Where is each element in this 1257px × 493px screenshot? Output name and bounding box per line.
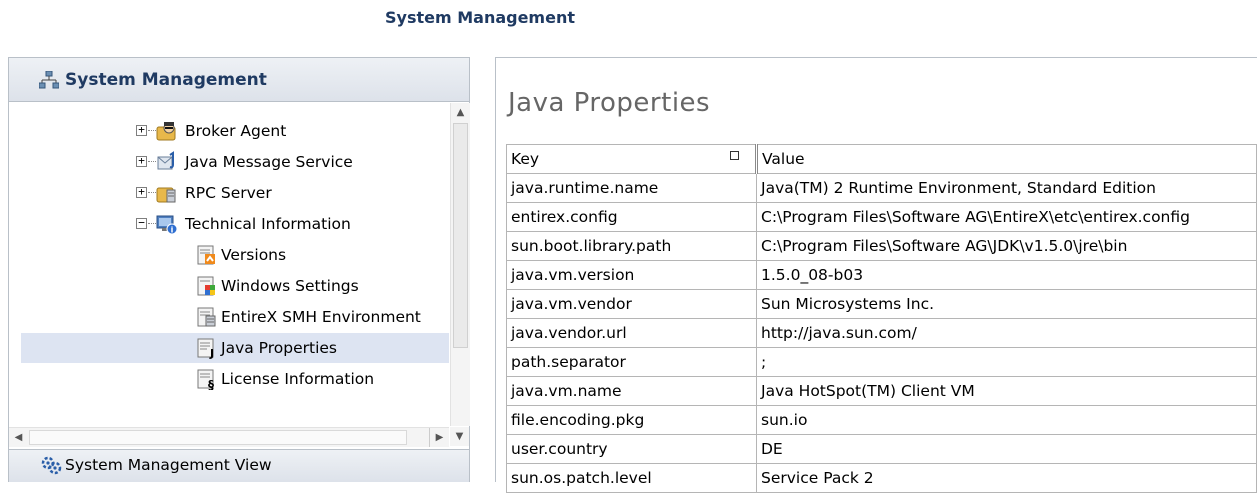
broker-agent-icon (156, 120, 178, 142)
tree-item-label: RPC Server (185, 184, 272, 202)
scroll-left-icon[interactable]: ◀ (9, 428, 28, 447)
key-cell: sun.boot.library.path (506, 231, 757, 261)
scroll-right-icon[interactable]: ▶ (429, 428, 449, 447)
value-cell: sun.io (756, 405, 1257, 435)
column-header-value[interactable]: Value (755, 144, 1257, 174)
technical-info-icon: i (156, 213, 178, 235)
tree-item-broker-agent[interactable]: + Broker Agent (9, 116, 449, 146)
value-cell: C:\Program Files\Software AG\JDK\v1.5.0\… (756, 231, 1257, 261)
expand-toggle-icon[interactable]: + (136, 155, 147, 167)
value-cell: Service Pack 2 (756, 463, 1257, 493)
tree-item-label: Versions (221, 246, 287, 264)
tree-item-label: Java Properties (221, 339, 338, 357)
table-row[interactable]: java.vm.vendor Sun Microsystems Inc. (506, 289, 1257, 319)
table-row[interactable]: path.separator; (506, 347, 1257, 377)
svg-text:i: i (171, 226, 174, 235)
key-cell: java.runtime.name (506, 173, 757, 203)
panel-footer-label: System Management View (65, 456, 272, 474)
panel-footer[interactable]: System Management View (9, 449, 469, 482)
key-cell: file.encoding.pkg (506, 405, 757, 435)
tree-item-label: Broker Agent (185, 122, 287, 140)
tree-item-license-information[interactable]: § License Information (9, 364, 449, 394)
key-cell: user.country (506, 434, 757, 464)
tree-item-label: EntireX SMH Environment (221, 308, 421, 326)
smh-environment-icon (196, 306, 218, 328)
scroll-down-icon[interactable]: ▼ (450, 427, 469, 446)
key-cell: path.separator (506, 347, 757, 377)
network-hierarchy-icon (38, 70, 60, 89)
tree-item-technical-information[interactable]: − i Technical Information (9, 209, 449, 239)
rpc-server-icon (156, 182, 178, 204)
license-info-icon: § (196, 368, 218, 392)
svg-text:§: § (208, 378, 214, 390)
value-cell: C:\Program Files\Software AG\EntireX\etc… (756, 202, 1257, 232)
windows-settings-icon (196, 275, 218, 297)
tree-item-rpc-server[interactable]: + RPC Server (9, 178, 449, 208)
panel-header[interactable]: System Management (9, 58, 469, 102)
tree-horizontal-scrollbar[interactable]: ◀ ▶ (9, 427, 449, 447)
tree-vertical-scrollbar[interactable]: ▲ (450, 103, 470, 426)
tree-item-label: Windows Settings (221, 277, 359, 295)
collapse-toggle-icon[interactable]: − (136, 217, 147, 229)
versions-icon (196, 244, 218, 266)
table-row[interactable]: file.encoding.pkg sun.io (506, 405, 1257, 435)
value-cell: DE (756, 434, 1257, 464)
value-cell: Sun Microsystems Inc. (756, 289, 1257, 319)
key-cell: sun.os.patch.level (506, 463, 757, 493)
navigation-tree: + Broker Agent + Java Message Service + … (9, 103, 449, 426)
key-cell: java.vm.version (506, 260, 757, 290)
table-row[interactable]: sun.os.patch.level Service Pack 2 (506, 463, 1257, 493)
properties-table: Key Value java.runtime.name Java(TM) 2 Ru… (506, 144, 1257, 493)
value-cell: 1.5.0_08-b03 (756, 260, 1257, 290)
table-row[interactable]: java.vm.version 1.5.0_08-b03 (506, 260, 1257, 290)
tree-item-java-message-service[interactable]: + Java Message Service (9, 147, 449, 177)
expand-toggle-icon[interactable]: + (136, 124, 147, 136)
table-row[interactable]: java.vendor.url http://java.sun.com/ (506, 318, 1257, 348)
tree-item-label: Java Message Service (185, 153, 353, 171)
scroll-up-icon[interactable]: ▲ (451, 103, 470, 122)
system-management-view-icon (41, 456, 63, 476)
table-row[interactable]: entirex.config C:\Program Files\Software … (506, 202, 1257, 232)
key-cell: java.vm.name (506, 376, 757, 406)
scrollbar-thumb[interactable] (453, 123, 468, 348)
column-header-key[interactable]: Key (506, 144, 757, 174)
tree-item-label: Technical Information (185, 215, 351, 233)
table-row[interactable]: java.vm.name Java HotSpot(TM) Client VM (506, 376, 1257, 406)
navigation-panel: System Management + Broker Agent + Java … (8, 57, 470, 482)
tree-item-entirex-smh-environment[interactable]: EntireX SMH Environment (9, 302, 449, 332)
content-panel: Java Properties Key Value java.runtime.n… (495, 57, 1257, 493)
svg-text:J: J (209, 347, 214, 359)
value-cell: Java HotSpot(TM) Client VM (756, 376, 1257, 406)
tree-item-java-properties[interactable]: J Java Properties (21, 333, 449, 363)
value-cell: ; (756, 347, 1257, 377)
expand-toggle-icon[interactable]: + (136, 186, 147, 198)
page-title: System Management (385, 8, 575, 27)
table-header-row: Key Value (506, 144, 1257, 174)
tree-item-versions[interactable]: Versions (9, 240, 449, 270)
java-properties-icon: J (196, 337, 218, 360)
content-title: Java Properties (508, 88, 711, 118)
table-row[interactable]: user.country DE (506, 434, 1257, 464)
table-row[interactable]: java.runtime.name Java(TM) 2 Runtime Envi… (506, 173, 1257, 203)
value-cell: http://java.sun.com/ (756, 318, 1257, 348)
value-cell: Java(TM) 2 Runtime Environment, Standard… (756, 173, 1257, 203)
key-cell: entirex.config (506, 202, 757, 232)
key-cell: java.vendor.url (506, 318, 757, 348)
sort-icon[interactable] (730, 151, 739, 160)
jms-icon (156, 151, 178, 173)
column-header-label: Value (762, 150, 805, 168)
column-header-label: Key (511, 150, 540, 168)
scrollbar-thumb[interactable] (29, 430, 407, 445)
table-row[interactable]: sun.boot.library.path C:\Program Files\So… (506, 231, 1257, 261)
tree-item-windows-settings[interactable]: Windows Settings (9, 271, 449, 301)
key-cell: java.vm.vendor (506, 289, 757, 319)
panel-header-label: System Management (65, 70, 267, 90)
tree-item-label: License Information (221, 370, 375, 388)
